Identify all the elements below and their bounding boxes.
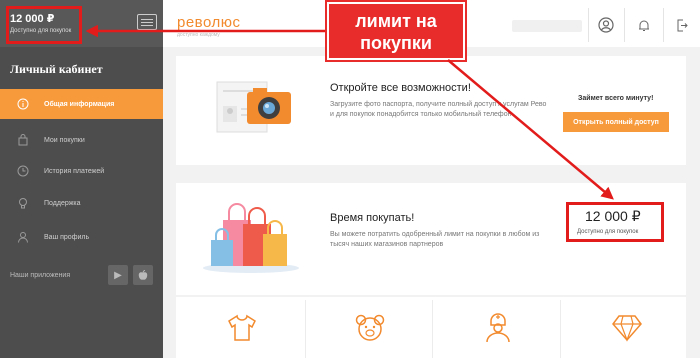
annotation-arrow-down [447, 59, 614, 200]
annotation-arrows [85, 24, 614, 200]
